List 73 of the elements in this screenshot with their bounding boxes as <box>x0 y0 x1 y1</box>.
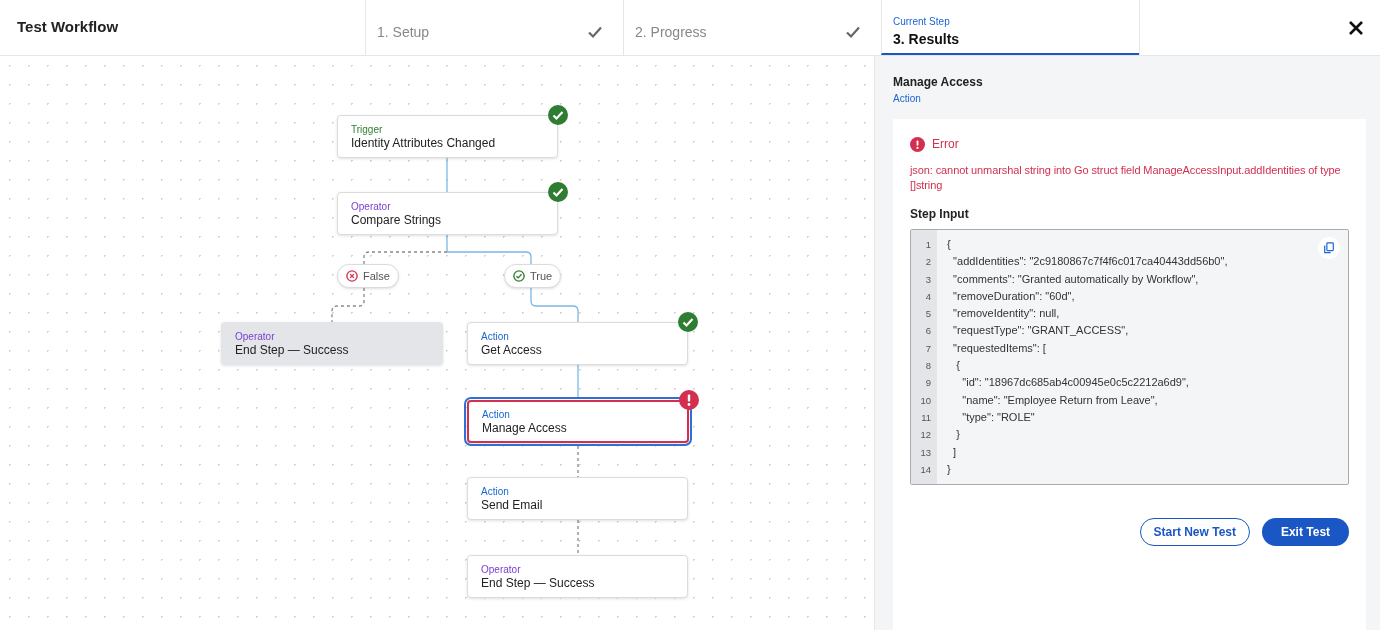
line-number: 10 <box>920 393 931 408</box>
code-line: "id": "18967dc685ab4c00945e0c5c2212a6d9", <box>961 375 1190 391</box>
node-type: Operator <box>351 199 392 213</box>
node-type: Operator <box>235 329 276 343</box>
line-number: 14 <box>920 462 931 477</box>
error-label: Error <box>932 136 959 153</box>
step-input-heading: Step Input <box>910 206 970 223</box>
node-type: Operator <box>481 562 522 576</box>
node-type: Trigger <box>351 122 384 136</box>
connector-line <box>446 156 448 193</box>
step-label: 2. Progress <box>635 23 707 42</box>
line-number: 7 <box>925 341 931 356</box>
branch-label: True <box>530 268 553 284</box>
step-label: 3. Results <box>893 29 960 49</box>
code-line: "type": "ROLE" <box>961 409 1036 425</box>
code-line: "name": "Employee Return from Leave", <box>961 392 1159 408</box>
step-caption: Current Step <box>893 14 951 29</box>
error-message: json: cannot unmarshal string into Go struct field ManageAccessInput.addIdentities of type []string <box>910 163 1342 193</box>
line-number: 11 <box>921 410 931 425</box>
workflow-node[interactable]: Action Manage Access <box>467 400 689 443</box>
connector-line <box>577 519 579 556</box>
code-line: { <box>955 358 961 374</box>
node-name: Identity Attributes Changed <box>351 135 497 151</box>
panel-subtitle: Action <box>893 92 922 106</box>
code-line: { <box>947 237 952 252</box>
code-line: "requestType": "GRANT_ACCESS", <box>952 323 1130 339</box>
node-name: End Step — Success <box>481 575 596 591</box>
branch-label: False <box>363 268 390 284</box>
workflow-node[interactable]: Action Get Access <box>467 322 688 365</box>
workflow-node[interactable]: Trigger Identity Attributes Changed <box>337 115 558 158</box>
close-icon <box>1348 19 1364 36</box>
node-name: Manage Access <box>482 420 568 436</box>
copy-button[interactable] <box>1318 237 1340 259</box>
connector-line <box>577 445 579 478</box>
line-number: 6 <box>925 324 931 339</box>
node-name: End Step — Success <box>235 342 350 358</box>
line-number: 13 <box>920 445 931 460</box>
node-type: Action <box>481 329 510 343</box>
panel-title: Manage Access <box>893 74 984 91</box>
line-number: 3 <box>925 272 931 287</box>
line-number: 2 <box>925 255 931 270</box>
workflow-node[interactable]: Operator Compare Strings <box>337 192 558 235</box>
workflow-node[interactable]: Action Send Email <box>467 477 688 520</box>
line-number: 12 <box>920 428 931 443</box>
node-type: Action <box>481 484 510 498</box>
workflow-node[interactable]: Operator End Step — Success <box>467 555 688 598</box>
code-line: "requestedItems": [ <box>952 340 1047 356</box>
code-line: } <box>947 461 952 477</box>
connector-line <box>530 287 579 323</box>
code-line: "removeDuration": "60d", <box>952 288 1076 304</box>
code-line: "removeIdentity": null, <box>952 306 1061 322</box>
node-name: Send Email <box>481 497 544 513</box>
line-number: 9 <box>925 376 931 391</box>
node-name: Get Access <box>481 342 543 358</box>
code-line: "comments": "Granted automatically by Workflow", <box>952 271 1200 287</box>
node-name: Compare Strings <box>351 212 443 228</box>
code-line: "addIdentities": "2c9180867c7f4f6c017ca40443dd56b0", <box>952 254 1228 270</box>
code-line: ] <box>952 444 958 460</box>
line-number: 8 <box>925 359 931 374</box>
line-number: 4 <box>925 289 931 304</box>
line-number: 5 <box>925 307 931 322</box>
step-tab[interactable]: Current Step 3. Results <box>881 0 1139 55</box>
exit-test-button[interactable]: Exit Test <box>1262 518 1349 547</box>
error-alert-icon <box>910 136 925 152</box>
copy-icon <box>1323 242 1335 254</box>
start-new-test-button[interactable]: Start New Test <box>1139 518 1250 547</box>
step-label: 1. Setup <box>377 23 430 42</box>
code-line: } <box>955 427 961 443</box>
node-type: Action <box>482 407 511 421</box>
connector-line <box>577 364 579 398</box>
line-number: 1 <box>925 238 931 252</box>
connector-line <box>331 287 365 323</box>
workflow-title: Test Workflow <box>17 17 119 38</box>
